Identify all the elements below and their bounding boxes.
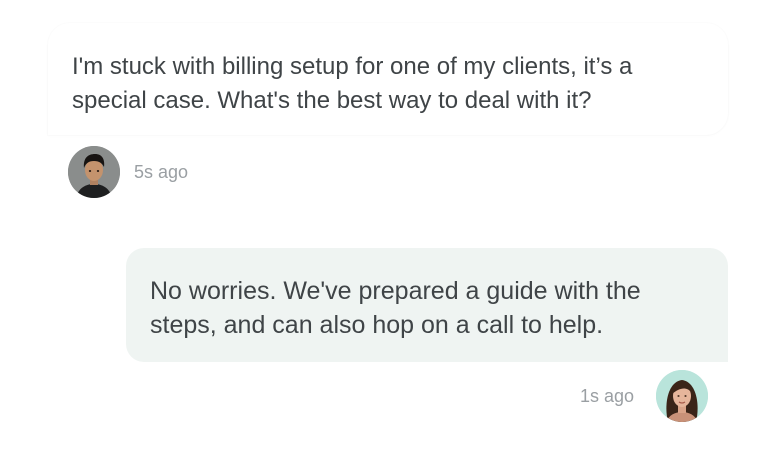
agent-avatar[interactable] xyxy=(656,370,708,422)
outgoing-message-text: No worries. We've prepared a guide with … xyxy=(150,277,641,339)
incoming-message-bubble: I'm stuck with billing setup for one of … xyxy=(48,23,728,135)
outgoing-timestamp: 1s ago xyxy=(580,386,635,406)
outgoing-message-bubble: No worries. We've prepared a guide with … xyxy=(126,248,728,362)
user-avatar[interactable] xyxy=(68,146,120,198)
incoming-timestamp: 5s ago xyxy=(134,162,189,182)
incoming-message-text: I'm stuck with billing setup for one of … xyxy=(72,53,633,114)
chat-thread: I'm stuck with billing setup for one of … xyxy=(0,0,784,470)
user-avatar-image xyxy=(68,146,120,198)
agent-avatar-image xyxy=(656,370,708,422)
